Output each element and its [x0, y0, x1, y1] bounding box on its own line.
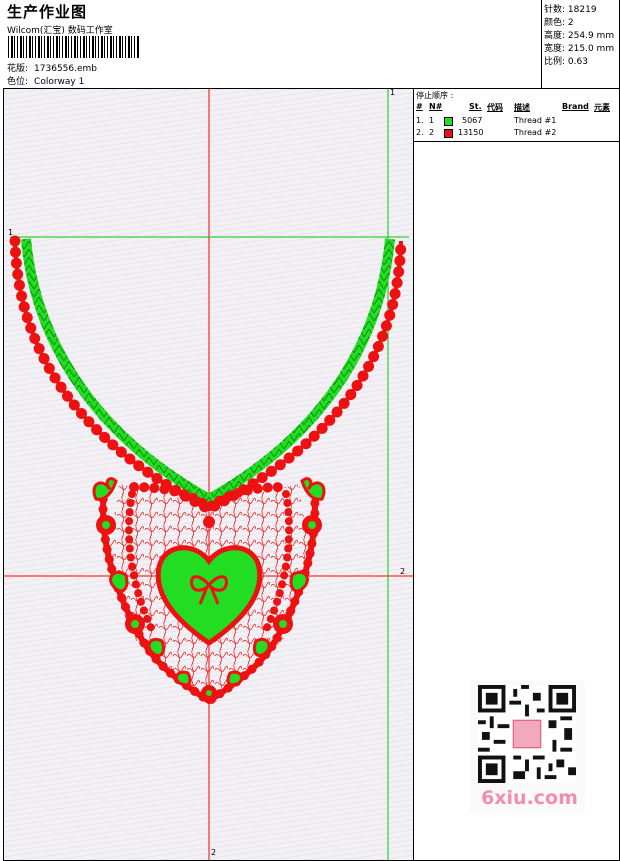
col-n: N# [429, 102, 443, 111]
colorway-line: 色位: Colorway 1 [7, 74, 84, 87]
design-file-line: 花版: 1736556.emb [7, 61, 97, 74]
table-row[interactable]: 1. 1 5067 Thread #1 [414, 116, 619, 128]
design-file-name: 1736556.emb [34, 64, 98, 74]
embroidery-preview [4, 89, 413, 860]
barcode [8, 36, 140, 58]
qr-watermark: 6xiu.com [470, 681, 585, 813]
col-code: 代码 [487, 103, 503, 112]
page-title: 生产作业图 [7, 3, 88, 21]
stat-height: 高度: 254.9 mm [544, 31, 615, 41]
stop-sequence-title: 停止顺序 : [416, 91, 454, 100]
thread-swatch [444, 117, 453, 126]
qr-code [478, 685, 576, 783]
guide-label-h2: 2 [400, 567, 406, 576]
guide-label-v1: 1 [390, 89, 396, 97]
header: 生产作业图 Wilcom(汇宝) 数码工作室 花版: 1736556.emb 色位… [0, 0, 541, 88]
design-canvas[interactable]: 1 1 2 2 [4, 89, 413, 860]
stat-stitches: 针数: 18219 [544, 5, 597, 15]
colorway-name: Colorway 1 [34, 77, 85, 87]
stop-sequence-panel: 停止顺序 : # N# St. 代码 描述 Brand 元素 1. 1 5067… [414, 89, 619, 142]
design-file-label: 花版: [7, 64, 29, 74]
col-element: 元素 [594, 103, 610, 112]
stat-scale: 比例: 0.63 [544, 57, 588, 67]
design-stats: 针数: 18219 颜色: 2 高度: 254.9 mm 宽度: 215.0 m… [541, 0, 620, 88]
table-row[interactable]: 2. 2 13150 Thread #2 [414, 128, 619, 140]
guide-label-v2: 2 [211, 848, 217, 857]
colorway-label: 色位: [7, 77, 29, 87]
col-brand: Brand [562, 102, 589, 111]
collar-green-band [21, 238, 395, 505]
guide-label-h1: 1 [8, 228, 14, 237]
stat-width: 宽度: 215.0 mm [544, 44, 615, 54]
col-st: St. [469, 102, 482, 111]
watermark-text: 6xiu.com [481, 787, 578, 809]
col-num: # [416, 102, 423, 111]
thread-swatch [444, 129, 453, 138]
col-desc: 描述 [514, 103, 530, 112]
panel-divider [413, 89, 414, 860]
studio-name: Wilcom(汇宝) 数码工作室 [7, 26, 113, 36]
stat-colors: 颜色: 2 [544, 18, 574, 28]
